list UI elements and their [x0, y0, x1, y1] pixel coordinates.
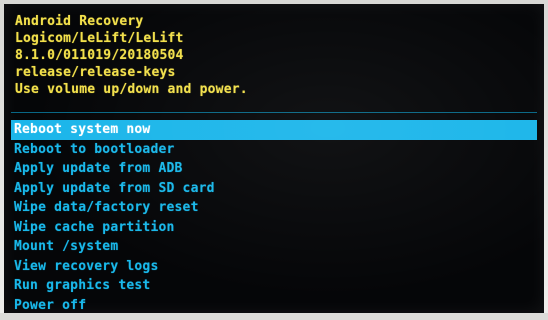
menu-item-mount-system[interactable]: Mount /system	[11, 237, 537, 257]
header-device: Logicom/LeLift/LeLift	[15, 31, 184, 46]
device-bezel-bottom	[0, 313, 548, 320]
menu-item-power-off[interactable]: Power off	[11, 296, 537, 314]
menu-item-run-graphics-test[interactable]: Run graphics test	[11, 276, 537, 296]
device-frame: Android Recovery Logicom/LeLift/LeLift 8…	[0, 0, 548, 320]
menu-item-apply-update-from-sd-card[interactable]: Apply update from SD card	[11, 179, 537, 199]
recovery-screen: Android Recovery Logicom/LeLift/LeLift 8…	[4, 4, 544, 313]
header-instructions: Use volume up/down and power.	[15, 82, 248, 97]
header-keys: release/release-keys	[15, 65, 176, 80]
recovery-menu: Reboot system now Reboot to bootloader A…	[11, 120, 537, 313]
recovery-header: Android Recovery Logicom/LeLift/LeLift 8…	[15, 13, 535, 98]
menu-item-apply-update-from-adb[interactable]: Apply update from ADB	[11, 159, 537, 179]
menu-item-wipe-cache-partition[interactable]: Wipe cache partition	[11, 218, 537, 238]
menu-divider	[11, 112, 537, 113]
header-title: Android Recovery	[15, 14, 144, 29]
menu-item-reboot-to-bootloader[interactable]: Reboot to bootloader	[11, 140, 537, 160]
header-build: 8.1.0/011019/20180504	[15, 48, 184, 63]
menu-item-view-recovery-logs[interactable]: View recovery logs	[11, 257, 537, 277]
menu-item-reboot-system-now[interactable]: Reboot system now	[11, 120, 537, 140]
menu-item-wipe-data-factory-reset[interactable]: Wipe data/factory reset	[11, 198, 537, 218]
